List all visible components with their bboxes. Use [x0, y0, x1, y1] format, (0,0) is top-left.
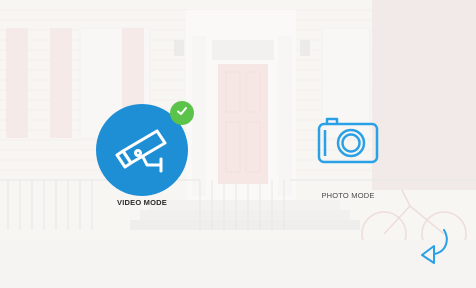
photo-mode-option[interactable]: PHOTO MODE: [300, 112, 396, 200]
back-button[interactable]: [414, 226, 454, 266]
photo-mode-label: PHOTO MODE: [321, 191, 375, 200]
video-camera-icon: [107, 113, 177, 188]
video-mode-label: VIDEO MODE: [117, 198, 167, 207]
video-mode-icon-circle[interactable]: [96, 101, 194, 196]
photo-camera-icon: [315, 112, 381, 171]
background-overlay: [0, 0, 476, 288]
selected-check-badge: [170, 101, 194, 125]
check-icon: [175, 104, 189, 123]
video-mode-option[interactable]: VIDEO MODE: [94, 101, 194, 207]
mode-select-screen: VIDEO MODE PHOTO MODE: [0, 0, 476, 288]
back-arrow-icon: [414, 229, 454, 270]
